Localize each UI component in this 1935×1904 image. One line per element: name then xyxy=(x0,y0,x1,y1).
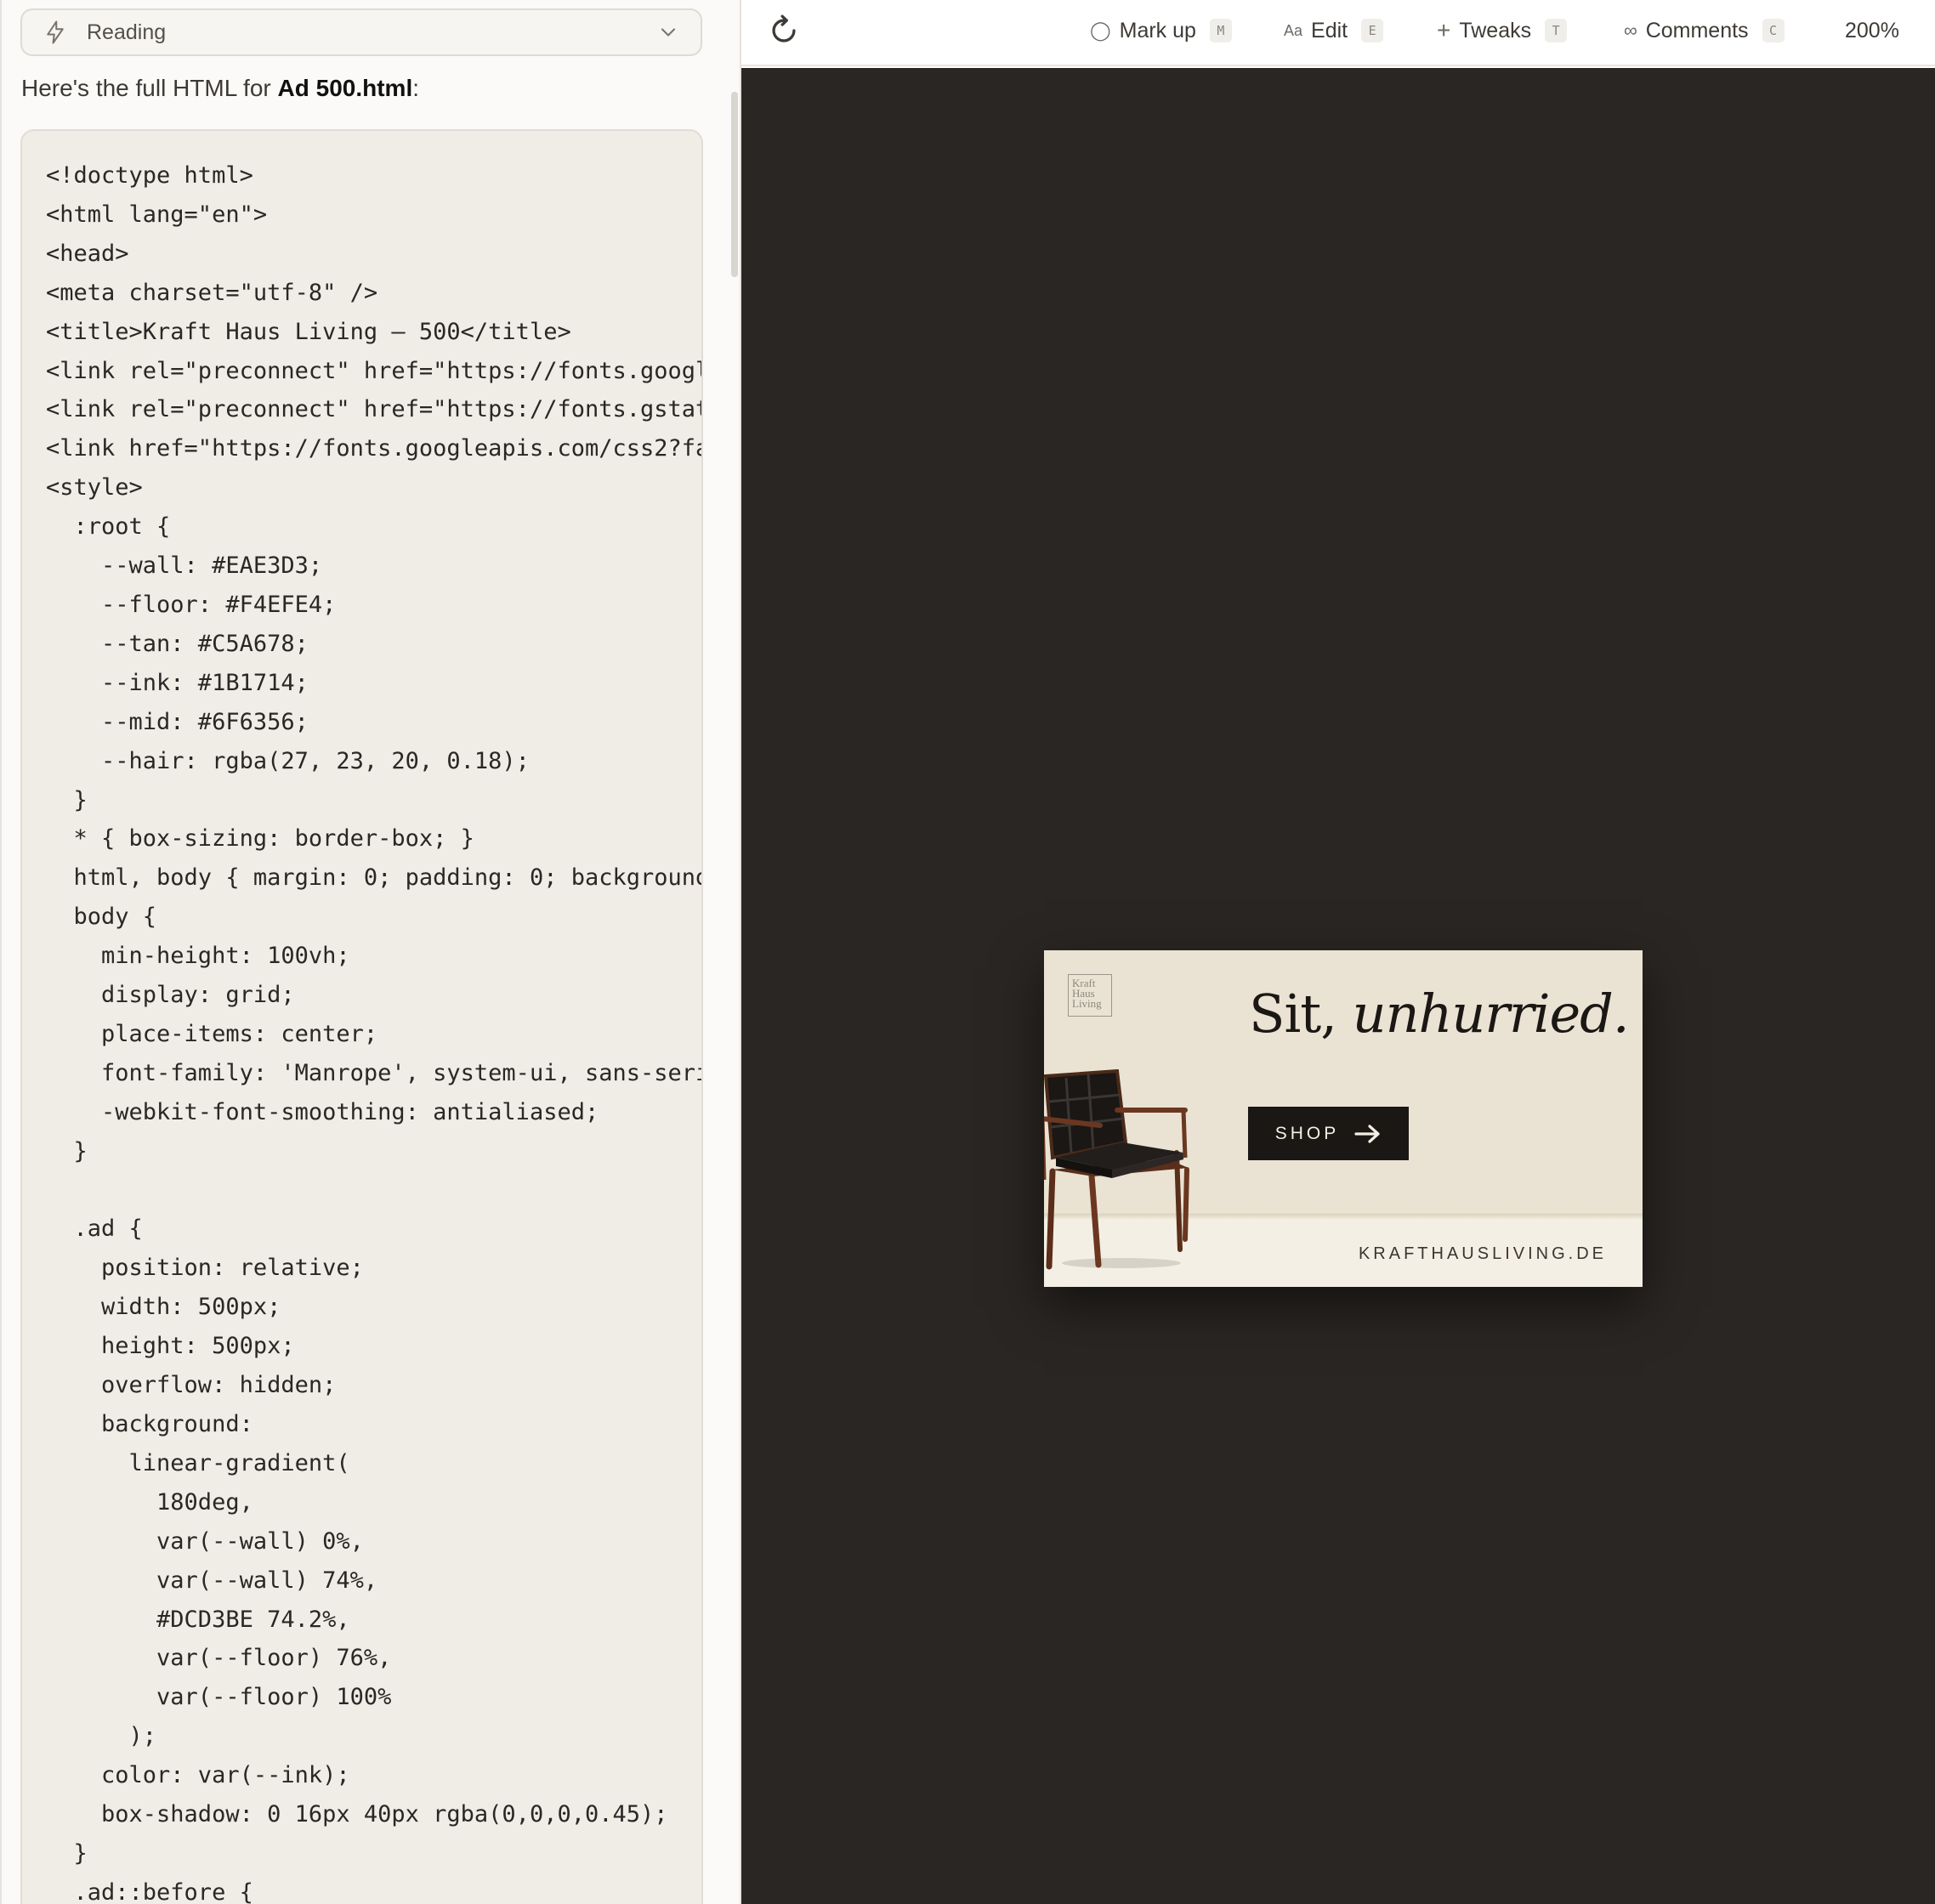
tweaks-label: Tweaks xyxy=(1459,18,1532,42)
edit-label: Edit xyxy=(1311,18,1348,42)
shop-button[interactable]: SHOP xyxy=(1248,1107,1409,1160)
tweaks-button[interactable]: + Tweaks T xyxy=(1437,14,1568,48)
chair-image xyxy=(1044,1069,1189,1270)
intro-prefix: Here's the full HTML for xyxy=(21,75,278,101)
ad-domain: KRAFTHAUSLIVING.DE xyxy=(1358,1244,1607,1263)
tweaks-shortcut: T xyxy=(1545,19,1568,42)
chevron-down-icon xyxy=(661,28,676,37)
reload-icon[interactable] xyxy=(765,12,803,49)
brand-logo: Kraft Haus Living xyxy=(1068,974,1112,1017)
intro-filename: Ad 500.html xyxy=(277,75,413,101)
headline-plain: Sit, xyxy=(1249,983,1353,1045)
intro-text: Here's the full HTML for Ad 500.html: xyxy=(21,75,419,102)
headline-italic: unhurried. xyxy=(1352,983,1630,1045)
text-style-icon: Aa xyxy=(1284,21,1303,39)
logo-line-3: Living xyxy=(1072,997,1102,1010)
ad-preview[interactable]: Kraft Haus Living Sit, unhurried. SHOP K… xyxy=(1044,950,1643,1287)
mode-label: Reading xyxy=(87,20,167,44)
arrow-right-icon xyxy=(1354,1124,1380,1143)
edit-shortcut: E xyxy=(1361,19,1384,42)
markup-button[interactable]: ◯ Mark up M xyxy=(1090,14,1232,48)
shop-label: SHOP xyxy=(1274,1123,1340,1143)
ad-headline: Sit, unhurried. xyxy=(1249,983,1630,1045)
code-block[interactable]: <!doctype html> <html lang="en"> <head> … xyxy=(20,129,703,1904)
bolt-icon xyxy=(47,20,64,44)
people-icon: ∞ xyxy=(1624,20,1637,41)
comments-shortcut: C xyxy=(1762,19,1785,42)
comments-label: Comments xyxy=(1645,18,1749,42)
scrollbar[interactable] xyxy=(731,92,738,277)
code-text: <!doctype html> <html lang="en"> <head> … xyxy=(46,162,703,1904)
zoom-label: 200% xyxy=(1845,18,1899,42)
zoom-level[interactable]: 200% xyxy=(1845,14,1899,48)
edit-button[interactable]: Aa Edit E xyxy=(1284,14,1384,48)
mode-dropdown[interactable]: Reading xyxy=(20,8,702,56)
chat-panel: Reading Here's the full HTML for Ad 500.… xyxy=(0,0,741,1904)
comment-bubble-icon: ◯ xyxy=(1090,20,1111,41)
markup-shortcut: M xyxy=(1209,19,1232,42)
intro-suffix: : xyxy=(412,75,419,101)
plus-icon: + xyxy=(1437,17,1451,43)
comments-button[interactable]: ∞ Comments C xyxy=(1624,14,1785,48)
markup-label: Mark up xyxy=(1119,18,1196,42)
